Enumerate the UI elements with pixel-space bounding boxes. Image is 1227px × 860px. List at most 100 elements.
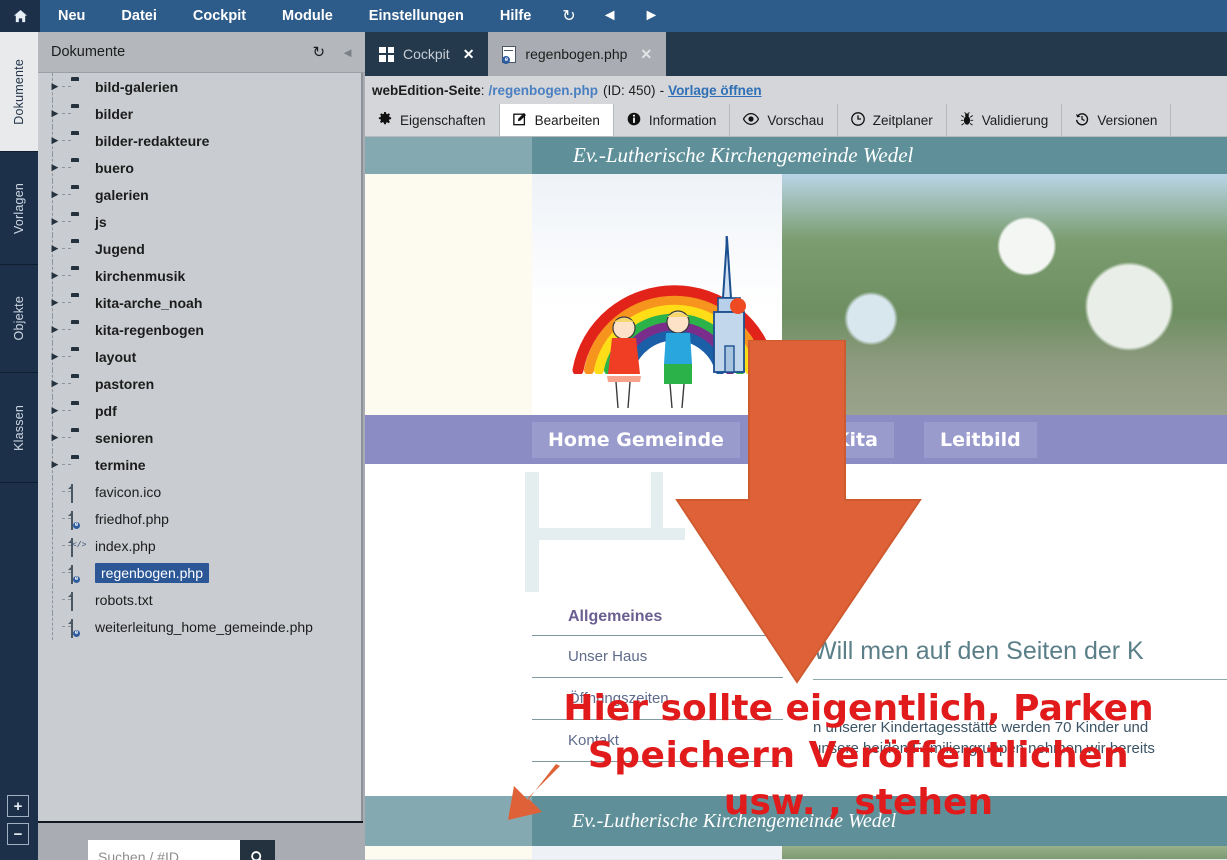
rail-tab-vorlagen[interactable]: Vorlagen (0, 152, 38, 265)
tree-node-label: robots.txt (95, 591, 153, 608)
chevron-right-icon[interactable]: ▶ (48, 81, 62, 92)
tab-versionen[interactable]: Versionen (1062, 104, 1172, 136)
tree-folder-row[interactable]: ▶ kirchenmusik (38, 262, 361, 289)
preview-sidebar-item-oeffnungszeiten[interactable]: Öffnungszeiten (532, 678, 783, 720)
chevron-right-icon[interactable]: ▶ (48, 135, 62, 146)
tree-connector (62, 194, 71, 195)
search-icon[interactable] (240, 840, 275, 860)
chevron-right-icon[interactable]: ▶ (48, 108, 62, 119)
tree-file-row[interactable]: favicon.ico (38, 478, 361, 505)
chevron-right-icon[interactable]: ▶ (48, 270, 62, 281)
chevron-right-icon[interactable]: ▶ (48, 324, 62, 335)
menu-neu[interactable]: Neu (40, 0, 103, 32)
webedition-page-icon: e (71, 510, 88, 530)
info-icon (627, 112, 641, 129)
preview-sidebar-menu[interactable]: Allgemeines Unser Haus Öffnungszeiten Ko… (532, 602, 795, 762)
documents-panel-header: Dokumente ↻ ◄ (38, 32, 365, 73)
tree-folder-row[interactable]: ▶ senioren (38, 424, 361, 451)
tree-folder-row[interactable]: ▶ buero (38, 154, 361, 181)
document-path-link[interactable]: /regenbogen.php (489, 83, 599, 98)
preview-nav-unsere-kita[interactable]: re Kita (789, 421, 894, 458)
folder-icon (71, 215, 88, 229)
preview-nav-home-gemeinde[interactable]: Home Gemeinde (532, 421, 740, 458)
forward-arrow-icon[interactable]: ► (631, 0, 673, 32)
folder-icon (71, 350, 88, 364)
document-tree[interactable]: ▶ bild-galerien ▶ bilder ▶ bilder-redakteure ▶… (38, 73, 363, 821)
chevron-right-icon[interactable]: ▶ (48, 405, 62, 416)
tree-folder-row[interactable]: ▶ termine (38, 451, 361, 478)
tab-bearbeiten[interactable]: Bearbeiten (499, 104, 614, 136)
chevron-right-icon[interactable]: ▶ (48, 297, 62, 308)
tree-folder-row[interactable]: ▶ bilder-redakteure (38, 127, 361, 154)
tree-file-row[interactable]: robots.txt (38, 586, 361, 613)
home-icon[interactable] (0, 0, 40, 32)
tree-folder-row[interactable]: ▶ kita-regenbogen (38, 316, 361, 343)
tree-node-label: layout (95, 348, 137, 365)
tree-folder-row[interactable]: ▶ kita-arche_noah (38, 289, 361, 316)
zoom-out-button[interactable]: − (7, 823, 29, 845)
tree-file-row[interactable]: e friedhof.php (38, 505, 361, 532)
preview-nav-leitbild[interactable]: Leitbild (923, 421, 1037, 458)
preview-site-nav[interactable]: Home Gemeinde re Kita Leitbild (365, 415, 1227, 464)
rail-tab-objekte-label: Objekte (12, 296, 26, 341)
tree-guide-line (52, 505, 53, 532)
menu-module[interactable]: Module (264, 0, 351, 32)
tab-cockpit[interactable]: Cockpit ✕ (365, 32, 488, 76)
close-icon[interactable]: ✕ (463, 46, 475, 63)
bug-icon (960, 111, 974, 129)
tree-connector (62, 86, 71, 87)
tree-folder-row[interactable]: ▶ Jugend (38, 235, 361, 262)
chevron-right-icon[interactable]: ▶ (48, 189, 62, 200)
tab-regenbogen-php[interactable]: e regenbogen.php ✕ (488, 32, 667, 76)
tree-file-row[interactable]: </> index.php (38, 532, 361, 559)
tree-file-row[interactable]: e regenbogen.php (38, 559, 361, 586)
tree-folder-row[interactable]: ▶ pdf (38, 397, 361, 424)
chevron-right-icon[interactable]: ▶ (48, 378, 62, 389)
tab-vorschau[interactable]: Vorschau (730, 104, 838, 136)
tab-eigenschaften[interactable]: Eigenschaften (365, 104, 500, 136)
tree-connector (62, 221, 71, 222)
blank-file-icon (71, 483, 88, 503)
tree-folder-row[interactable]: ▶ galerien (38, 181, 361, 208)
collapse-panel-icon[interactable]: ◄ (333, 45, 365, 60)
tab-zeitplaner[interactable]: Zeitplaner (838, 104, 947, 136)
tree-node-label: buero (95, 159, 134, 176)
menu-einstellungen[interactable]: Einstellungen (351, 0, 482, 32)
close-icon[interactable]: ✕ (640, 46, 652, 63)
back-arrow-icon[interactable]: ◄ (589, 0, 631, 32)
refresh-icon[interactable]: ↻ (305, 43, 334, 61)
tab-validierung[interactable]: Validierung (947, 104, 1063, 136)
tree-folder-row[interactable]: ▶ layout (38, 343, 361, 370)
search-input[interactable] (88, 840, 240, 860)
page-preview[interactable]: Ev.-Lutherische Kirchengemeinde Wedel Ho… (365, 137, 1227, 859)
chevron-right-icon[interactable]: ▶ (48, 216, 62, 227)
tree-folder-row[interactable]: ▶ bilder (38, 100, 361, 127)
chevron-right-icon[interactable]: ▶ (48, 432, 62, 443)
rail-tab-klassen[interactable]: Klassen (0, 373, 38, 483)
open-template-link[interactable]: Vorlage öffnen (668, 83, 762, 98)
preview-sidebar-item-unser-haus[interactable]: Unser Haus (532, 636, 783, 678)
rail-tab-dokumente[interactable]: Dokumente (0, 32, 38, 152)
tree-folder-row[interactable]: ▶ pastoren (38, 370, 361, 397)
preview-body-line-1: n unserer Kindertagesstätte werden 70 Ki… (813, 719, 1149, 736)
document-id-text: (ID: 450) (603, 82, 656, 98)
zoom-in-button[interactable]: + (7, 795, 29, 817)
chevron-right-icon[interactable]: ▶ (48, 351, 62, 362)
preview-site-banner: Ev.-Lutherische Kirchengemeinde Wedel (532, 137, 1227, 174)
chevron-right-icon[interactable]: ▶ (48, 162, 62, 173)
menu-datei[interactable]: Datei (103, 0, 174, 32)
tab-information[interactable]: Information (614, 104, 731, 136)
menu-cockpit[interactable]: Cockpit (175, 0, 264, 32)
chevron-right-icon[interactable]: ▶ (48, 459, 62, 470)
tree-folder-row[interactable]: ▶ js (38, 208, 361, 235)
tree-file-row[interactable]: e weiterleitung_home_gemeinde.php (38, 613, 361, 640)
tree-folder-row[interactable]: ▶ bild-galerien (38, 73, 361, 100)
refresh-icon[interactable]: ↻ (549, 0, 588, 32)
preview-sidebar-item-kontakt[interactable]: Kontakt (532, 720, 783, 762)
tree-node-label: pastoren (95, 375, 155, 392)
chevron-right-icon[interactable]: ▶ (48, 243, 62, 254)
rainbow-illustration (572, 234, 782, 414)
tree-guide-line (52, 559, 53, 586)
rail-tab-objekte[interactable]: Objekte (0, 265, 38, 373)
menu-hilfe[interactable]: Hilfe (482, 0, 549, 32)
